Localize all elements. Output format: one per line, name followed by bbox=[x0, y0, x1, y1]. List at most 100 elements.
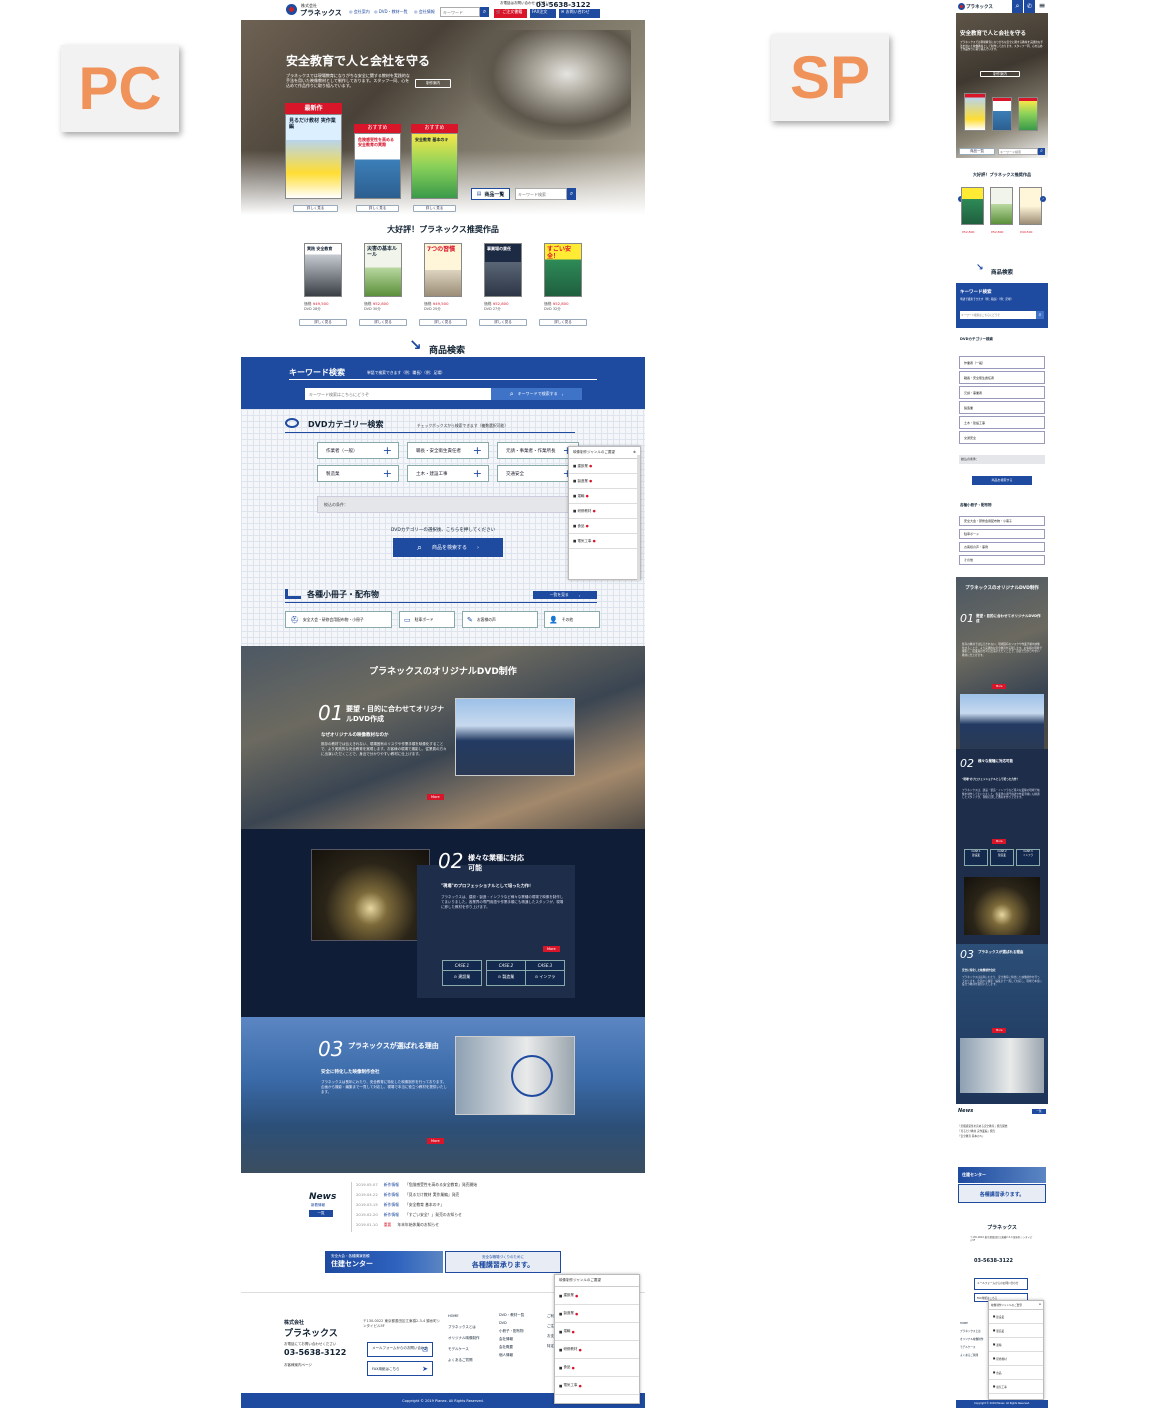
sp-next-icon[interactable]: › bbox=[1040, 196, 1046, 202]
hero-company-button[interactable]: 制作案内 bbox=[415, 79, 451, 88]
header-search-input[interactable] bbox=[440, 7, 480, 17]
recommend-cover[interactable]: 実践 安全教育 bbox=[304, 243, 342, 297]
products-button[interactable]: ▤ 商品一覧 bbox=[471, 188, 510, 200]
sp-footer-link[interactable]: よくあるご質問 bbox=[960, 1352, 983, 1360]
sp-hero-search-button[interactable]: ⌕ bbox=[1038, 148, 1045, 155]
booklet-item[interactable]: 👤 その他 bbox=[544, 611, 600, 628]
popup-scrollbar[interactable] bbox=[637, 455, 640, 581]
news-item[interactable]: 2019.05.07 新作情報 「危険感受性を高める安全教育」発売開始 bbox=[356, 1182, 541, 1192]
sp-booklet-item[interactable]: その他 bbox=[959, 555, 1045, 565]
banner-center[interactable]: 安全大会・各種講演依頼 住建センター bbox=[325, 1251, 443, 1273]
category-checkbox[interactable]: 作業者（一般） + bbox=[317, 442, 399, 459]
cart-button[interactable]: 🛒 ご注文書籍 bbox=[494, 9, 527, 18]
nav-company[interactable]: ◎ 会社案内 bbox=[349, 9, 370, 14]
sp-cover-new[interactable] bbox=[964, 93, 986, 131]
recommend-cover[interactable]: すごい安全！ bbox=[544, 243, 582, 297]
recommend-detail[interactable]: 詳しく見る bbox=[299, 319, 347, 326]
footer-map[interactable]: お客様案内ページ bbox=[284, 1363, 312, 1368]
sp-popup-row[interactable]: ■ 運輸 bbox=[989, 1338, 1043, 1352]
sp-news-more[interactable]: 一覧 bbox=[1032, 1109, 1046, 1114]
nav-info[interactable]: ◎ 会社情報 bbox=[414, 9, 435, 14]
booklet-item[interactable]: ⛑ 安全大会・研修会用配布物・小冊子 bbox=[285, 611, 392, 628]
sp-category-item[interactable]: 職長・安全衛生責任者 bbox=[959, 371, 1045, 384]
sp-logo-icon[interactable] bbox=[958, 3, 965, 10]
popup-row[interactable]: ■ 建設業 ● bbox=[555, 1287, 639, 1305]
popup-row[interactable]: ■ 食品 ● bbox=[569, 519, 640, 534]
sp-booklet-item[interactable]: 安全大会・研修会用配布物・小冊子 bbox=[959, 516, 1045, 526]
hero-search-button[interactable]: ⌕ bbox=[567, 188, 576, 200]
category-checkbox[interactable]: 交通安全+ bbox=[497, 465, 579, 482]
nav-dvd[interactable]: ◎ DVD・教材一覧 bbox=[374, 9, 408, 14]
popup-row[interactable]: ■ 研修教材 ● bbox=[555, 1341, 639, 1359]
booklet-more-button[interactable]: 一覧を見る › bbox=[533, 591, 597, 599]
hero-keyword-input[interactable] bbox=[515, 188, 567, 200]
category-checkbox[interactable]: 元請・事業者・作業所長+ bbox=[497, 442, 579, 459]
case-3-button[interactable]: CASE.3 ⊙ インフラ bbox=[525, 960, 565, 986]
sp-case-2[interactable]: CASE.2 製造業 bbox=[990, 849, 1014, 866]
footer-link[interactable]: HOME bbox=[448, 1311, 480, 1322]
news-item[interactable]: 2019.04.22 新作情報 「見るだけ教材 実作業編」発売 bbox=[356, 1192, 541, 1202]
sp-booklet-item[interactable]: お客様の声・事例 bbox=[959, 542, 1045, 552]
recommend-detail[interactable]: 詳しく見る bbox=[419, 319, 467, 326]
news-item[interactable]: 2019.02.20 新作情報 「すごい安全！」発売のお知らせ bbox=[356, 1212, 541, 1222]
sp-category-item[interactable]: 元請・事業者 bbox=[959, 386, 1045, 399]
footer-fax-button[interactable]: FAX用紙はこちら ➤ bbox=[367, 1361, 433, 1376]
section-1-more[interactable]: More bbox=[427, 794, 444, 800]
sp-phone-icon[interactable]: ✆ bbox=[1024, 0, 1035, 13]
sp-products-button[interactable]: 商品一覧 bbox=[959, 148, 995, 155]
sp-booklet-item[interactable]: 駐車ボード bbox=[959, 529, 1045, 539]
popup-row[interactable]: ■ 建設業 ● bbox=[569, 459, 640, 474]
category-checkbox[interactable]: 土木・建設工事 + bbox=[407, 465, 489, 482]
recommend-detail[interactable]: 詳しく見る bbox=[539, 319, 587, 326]
sp-footer-link[interactable]: モデルケース bbox=[960, 1344, 983, 1352]
footer-mail-button[interactable]: メールフォームからのお問い合わせ ✉ bbox=[367, 1342, 433, 1357]
sp-logo-text[interactable]: プラネックス bbox=[966, 4, 993, 10]
recommend-cover[interactable]: 災害の基本ルール bbox=[364, 243, 402, 297]
sp-s1-more[interactable]: More bbox=[992, 684, 1007, 689]
sp-s3-more[interactable]: More bbox=[992, 1028, 1007, 1033]
banner-seminar[interactable]: 安全な職場づくりのために 各種講習承ります。 bbox=[445, 1251, 561, 1273]
sp-keyword-input-2[interactable] bbox=[960, 311, 1036, 319]
header-search-button[interactable]: ⌕ bbox=[480, 7, 489, 17]
sp-popup-row[interactable]: ■ 食品 bbox=[989, 1366, 1043, 1380]
sp-cover-rec-2[interactable] bbox=[1018, 97, 1038, 131]
cover-rec-2-detail[interactable]: 詳しく見る bbox=[413, 205, 456, 212]
recommend-cover[interactable]: 事業場の責任 bbox=[484, 243, 522, 297]
close-icon[interactable]: ⊗ bbox=[1039, 1303, 1041, 1307]
news-more-button[interactable]: 一覧 bbox=[309, 1210, 333, 1217]
footer-link[interactable]: DVD bbox=[499, 1319, 524, 1327]
cover-rec-2[interactable]: 安全教育 基本のキ bbox=[411, 133, 458, 199]
logo-icon[interactable] bbox=[286, 4, 297, 15]
recommend-detail[interactable]: 詳しく見る bbox=[479, 319, 527, 326]
category-checkbox[interactable]: 職長・安全衛生責任者 + bbox=[407, 442, 489, 459]
sp-keyword-search-button[interactable]: ⌕ bbox=[1036, 311, 1044, 319]
sp-popup-row[interactable]: ■ 建設業 bbox=[989, 1310, 1043, 1324]
cover-new-detail[interactable]: 詳しく見る bbox=[293, 205, 338, 212]
popup-row[interactable]: ■ 食品 ● bbox=[555, 1359, 639, 1377]
case-1-button[interactable]: CASE.1 ⊙ 建設業 bbox=[442, 960, 482, 986]
sp-banner-center[interactable]: 住建センター bbox=[958, 1167, 1046, 1183]
logo-text[interactable]: プラネックス bbox=[300, 8, 342, 18]
sp-recommend-cover[interactable] bbox=[961, 187, 984, 225]
news-item[interactable]: 2019.01.10 重要 年末年始休業のお知らせ bbox=[356, 1222, 541, 1232]
sp-popup-row[interactable]: ■ 研修教材 bbox=[989, 1352, 1043, 1366]
recommend-cover[interactable]: 7つの習慣 bbox=[424, 243, 462, 297]
header-tel[interactable]: 03-5638-3122 bbox=[536, 1, 591, 9]
sp-cover-rec-1[interactable] bbox=[992, 97, 1012, 131]
sp-footer-link[interactable]: プラネックスとは bbox=[960, 1328, 983, 1336]
cover-rec-1-detail[interactable]: 詳しく見る bbox=[356, 205, 399, 212]
sp-popup-row[interactable]: ■ 電気工事 bbox=[989, 1380, 1043, 1394]
sp-popup-row[interactable]: ■ 製造業 bbox=[989, 1324, 1043, 1338]
sp-footer-mail-button[interactable]: メールフォームからのお問い合わせ bbox=[974, 1278, 1028, 1290]
popup-row[interactable]: ■ 電気工事 ● bbox=[555, 1377, 639, 1395]
sp-category-item[interactable]: 土木・建設工事 bbox=[959, 416, 1045, 429]
footer-link[interactable]: よくあるご質問 bbox=[448, 1355, 480, 1366]
contact-button[interactable]: ✉ お問い合わせ bbox=[559, 9, 600, 18]
sp-footer-link[interactable]: HOME bbox=[960, 1320, 983, 1328]
footer-link[interactable]: 会社概要 bbox=[499, 1343, 524, 1351]
sp-recommend-cover[interactable] bbox=[1019, 187, 1042, 225]
keyword-search-button[interactable]: ⌕ キーワードで検索する › bbox=[491, 388, 582, 400]
footer-link[interactable]: 個人情報 bbox=[499, 1351, 524, 1359]
popup-row[interactable]: ■ 製造業 ● bbox=[555, 1305, 639, 1323]
sp-case-1[interactable]: CASE.1 建設業 bbox=[964, 849, 988, 866]
